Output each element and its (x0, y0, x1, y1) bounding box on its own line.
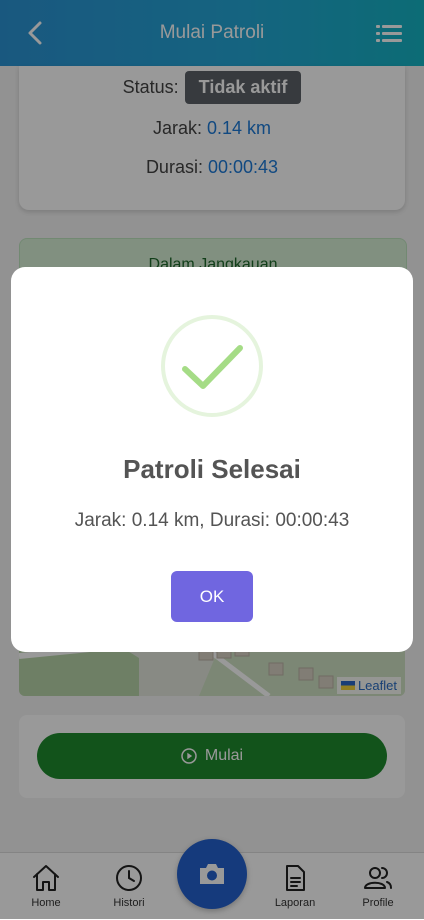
success-dialog: Patroli Selesai Jarak: 0.14 km, Durasi: … (11, 267, 413, 652)
dialog-title: Patroli Selesai (123, 454, 301, 484)
ok-button[interactable]: OK (171, 571, 253, 622)
success-check-icon (161, 315, 263, 417)
dialog-message: Jarak: 0.14 km, Durasi: 00:00:43 (74, 510, 350, 531)
